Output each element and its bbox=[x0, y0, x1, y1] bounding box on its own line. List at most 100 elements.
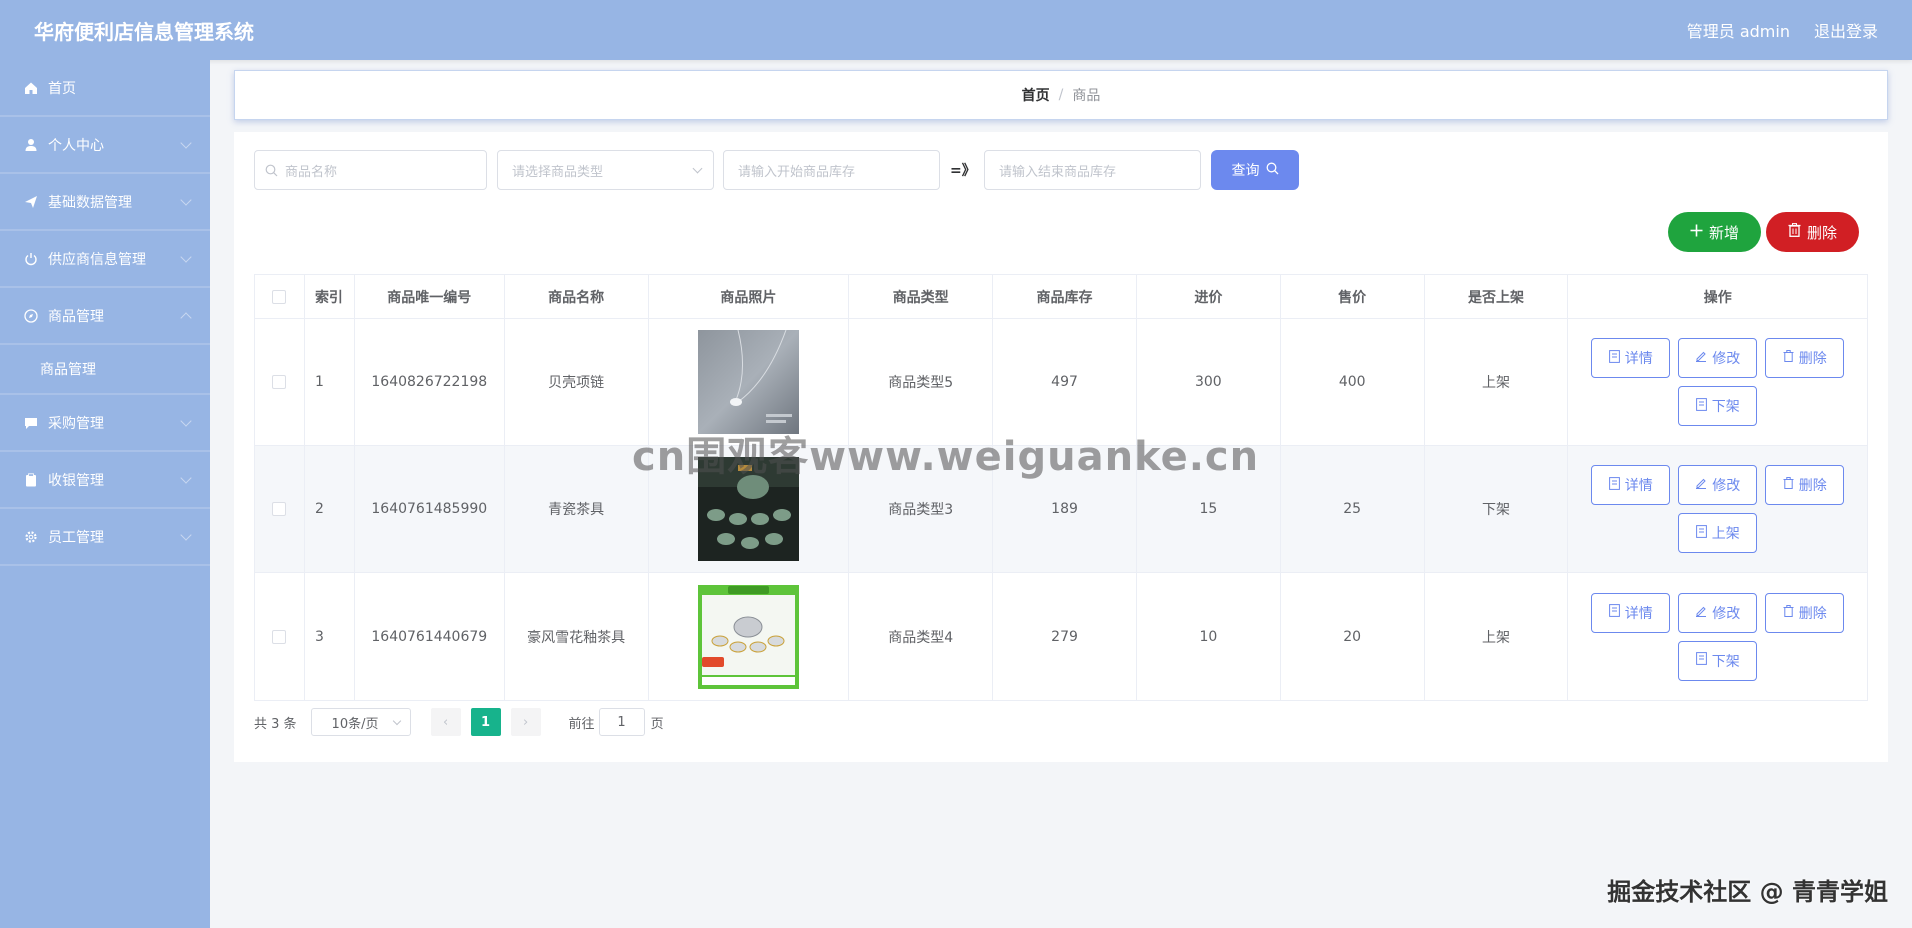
detail-button[interactable]: 详情 bbox=[1591, 338, 1671, 378]
chevron-down-icon bbox=[180, 137, 192, 149]
toggle-label: 上架 bbox=[1711, 526, 1740, 542]
document-icon bbox=[1608, 604, 1620, 621]
logout-link[interactable]: 退出登录 bbox=[1814, 18, 1878, 42]
detail-label: 详情 bbox=[1624, 478, 1653, 494]
user-icon bbox=[24, 138, 38, 152]
breadcrumb-separator: / bbox=[1058, 87, 1064, 103]
document-icon bbox=[1695, 524, 1707, 542]
sidebar-item-product[interactable]: 商品管理 bbox=[0, 288, 210, 345]
detail-button[interactable]: 详情 bbox=[1591, 592, 1671, 633]
sidebar-item-home[interactable]: 首页 bbox=[0, 60, 210, 117]
edit-button[interactable]: 修改 bbox=[1678, 592, 1758, 633]
row-checkbox[interactable] bbox=[272, 502, 287, 516]
delete-label: 删除 bbox=[1798, 351, 1827, 367]
trash-icon bbox=[1783, 477, 1794, 493]
page-size-value: 10条/页 bbox=[331, 716, 379, 732]
row-select[interactable] bbox=[255, 446, 305, 572]
chevron-up-icon bbox=[180, 312, 192, 324]
sidebar-item-basic-data[interactable]: 基础数据管理 bbox=[0, 174, 210, 231]
row-checkbox[interactable] bbox=[272, 375, 287, 389]
search-icon bbox=[265, 164, 278, 181]
ops-cell: 详情 修改 删除 下架 bbox=[1568, 319, 1867, 445]
toggle-shelf-button[interactable]: 下架 bbox=[1678, 640, 1758, 681]
next-page-button[interactable]: › bbox=[510, 708, 541, 736]
photo-cell bbox=[649, 573, 850, 700]
row-checkbox[interactable] bbox=[272, 629, 287, 644]
edit-button[interactable]: 修改 bbox=[1678, 338, 1758, 378]
header-cell: 操作 bbox=[1703, 289, 1732, 306]
delete-label: 删除 bbox=[1806, 223, 1837, 242]
row-select[interactable] bbox=[255, 319, 305, 445]
chevron-down-icon bbox=[180, 529, 192, 541]
status-cell: 下架 bbox=[1425, 446, 1569, 572]
current-user: 管理员 admin bbox=[1686, 22, 1790, 41]
name-cell: 贝壳项链 bbox=[505, 319, 649, 445]
sidebar-item-profile[interactable]: 个人中心 bbox=[0, 117, 210, 174]
document-icon bbox=[1608, 349, 1620, 367]
chevron-down-icon bbox=[392, 716, 401, 726]
index-cell: 1 bbox=[305, 319, 355, 445]
header-cell: 索引 bbox=[305, 275, 355, 318]
row-select[interactable] bbox=[255, 573, 305, 700]
price-cell: 400 bbox=[1281, 319, 1425, 445]
sidebar: 首页 个人中心 基础数据管理 供应商信息管理 商品管理 商品管理 采购管理 收银… bbox=[0, 60, 210, 928]
product-photo-necklace[interactable] bbox=[697, 330, 799, 434]
detail-button[interactable]: 详情 bbox=[1591, 465, 1671, 505]
header-cell: 是否上架 bbox=[1425, 275, 1569, 318]
sidebar-item-label: 收银管理 bbox=[48, 472, 104, 489]
compass-icon bbox=[24, 308, 38, 323]
watermark-corner: 掘金技术社区 @ 青青学姐 bbox=[1607, 878, 1888, 906]
toggle-shelf-button[interactable]: 上架 bbox=[1678, 513, 1758, 553]
app-title: 华府便利店信息管理系统 bbox=[34, 19, 254, 44]
product-photo-teaset-green[interactable] bbox=[697, 584, 799, 689]
delete-button[interactable]: 删除 bbox=[1765, 465, 1845, 505]
edit-label: 修改 bbox=[1712, 351, 1741, 367]
prev-page-button[interactable]: ‹ bbox=[430, 708, 461, 736]
plus-icon bbox=[1690, 223, 1703, 241]
header-select-all[interactable] bbox=[255, 275, 305, 318]
batch-delete-button[interactable]: 删除 bbox=[1766, 212, 1859, 252]
send-icon bbox=[24, 195, 38, 209]
sidebar-item-label: 供应商信息管理 bbox=[48, 251, 146, 268]
chat-icon bbox=[24, 416, 38, 430]
delete-button[interactable]: 删除 bbox=[1765, 338, 1845, 378]
input-placeholder: 商品名称 bbox=[285, 164, 338, 180]
sidebar-item-cashier[interactable]: 收银管理 bbox=[0, 452, 210, 509]
edit-icon bbox=[1695, 350, 1707, 366]
goto-page-input[interactable]: 1 bbox=[598, 708, 645, 736]
power-icon bbox=[24, 252, 38, 266]
add-button[interactable]: 新增 bbox=[1668, 212, 1761, 252]
stock-start-input[interactable]: 请输入开始商品库存 bbox=[723, 150, 940, 190]
delete-label: 删除 bbox=[1798, 605, 1827, 622]
index-cell: 3 bbox=[305, 573, 355, 700]
chevron-down-icon bbox=[180, 415, 192, 427]
page-number-current[interactable]: 1 bbox=[470, 708, 501, 736]
header-cell: 商品名称 bbox=[505, 275, 649, 318]
sidebar-subitem-product-manage[interactable]: 商品管理 bbox=[0, 345, 210, 395]
header-user-area: 管理员 admin 退出登录 bbox=[1687, 18, 1878, 42]
document-icon bbox=[1695, 652, 1707, 669]
query-button[interactable]: 查询 bbox=[1211, 150, 1299, 190]
chevron-down-icon bbox=[180, 251, 192, 263]
chevron-down-icon bbox=[180, 194, 192, 206]
page-size-select[interactable]: 10条/页 bbox=[310, 708, 411, 736]
sidebar-item-label: 个人中心 bbox=[48, 137, 104, 154]
breadcrumb-home[interactable]: 首页 bbox=[1022, 85, 1050, 105]
breadcrumb: 首页 / 商品 bbox=[234, 70, 1888, 120]
delete-button[interactable]: 删除 bbox=[1765, 592, 1845, 633]
document-icon bbox=[1608, 476, 1620, 494]
sidebar-item-supplier[interactable]: 供应商信息管理 bbox=[0, 231, 210, 288]
header-cell: 商品照片 bbox=[649, 275, 850, 318]
stock-end-input[interactable]: 请输入结束商品库存 bbox=[984, 150, 1201, 190]
sidebar-item-purchase[interactable]: 采购管理 bbox=[0, 395, 210, 452]
name-cell: 豪风雪花釉茶具 bbox=[505, 573, 649, 700]
edit-button[interactable]: 修改 bbox=[1678, 465, 1758, 505]
pagination: 共 3 条 10条/页 ‹ 1 › 前往 1 页 bbox=[254, 707, 664, 737]
toggle-shelf-button[interactable]: 下架 bbox=[1678, 386, 1758, 426]
trash-icon bbox=[1783, 350, 1794, 366]
select-all-checkbox[interactable] bbox=[272, 289, 287, 304]
product-type-select[interactable]: 请选择商品类型 bbox=[497, 150, 714, 190]
product-name-search-input[interactable]: 商品名称 bbox=[254, 150, 487, 190]
sidebar-item-staff[interactable]: 员工管理 bbox=[0, 509, 210, 566]
header-cell: 商品唯一编号 bbox=[355, 275, 505, 318]
